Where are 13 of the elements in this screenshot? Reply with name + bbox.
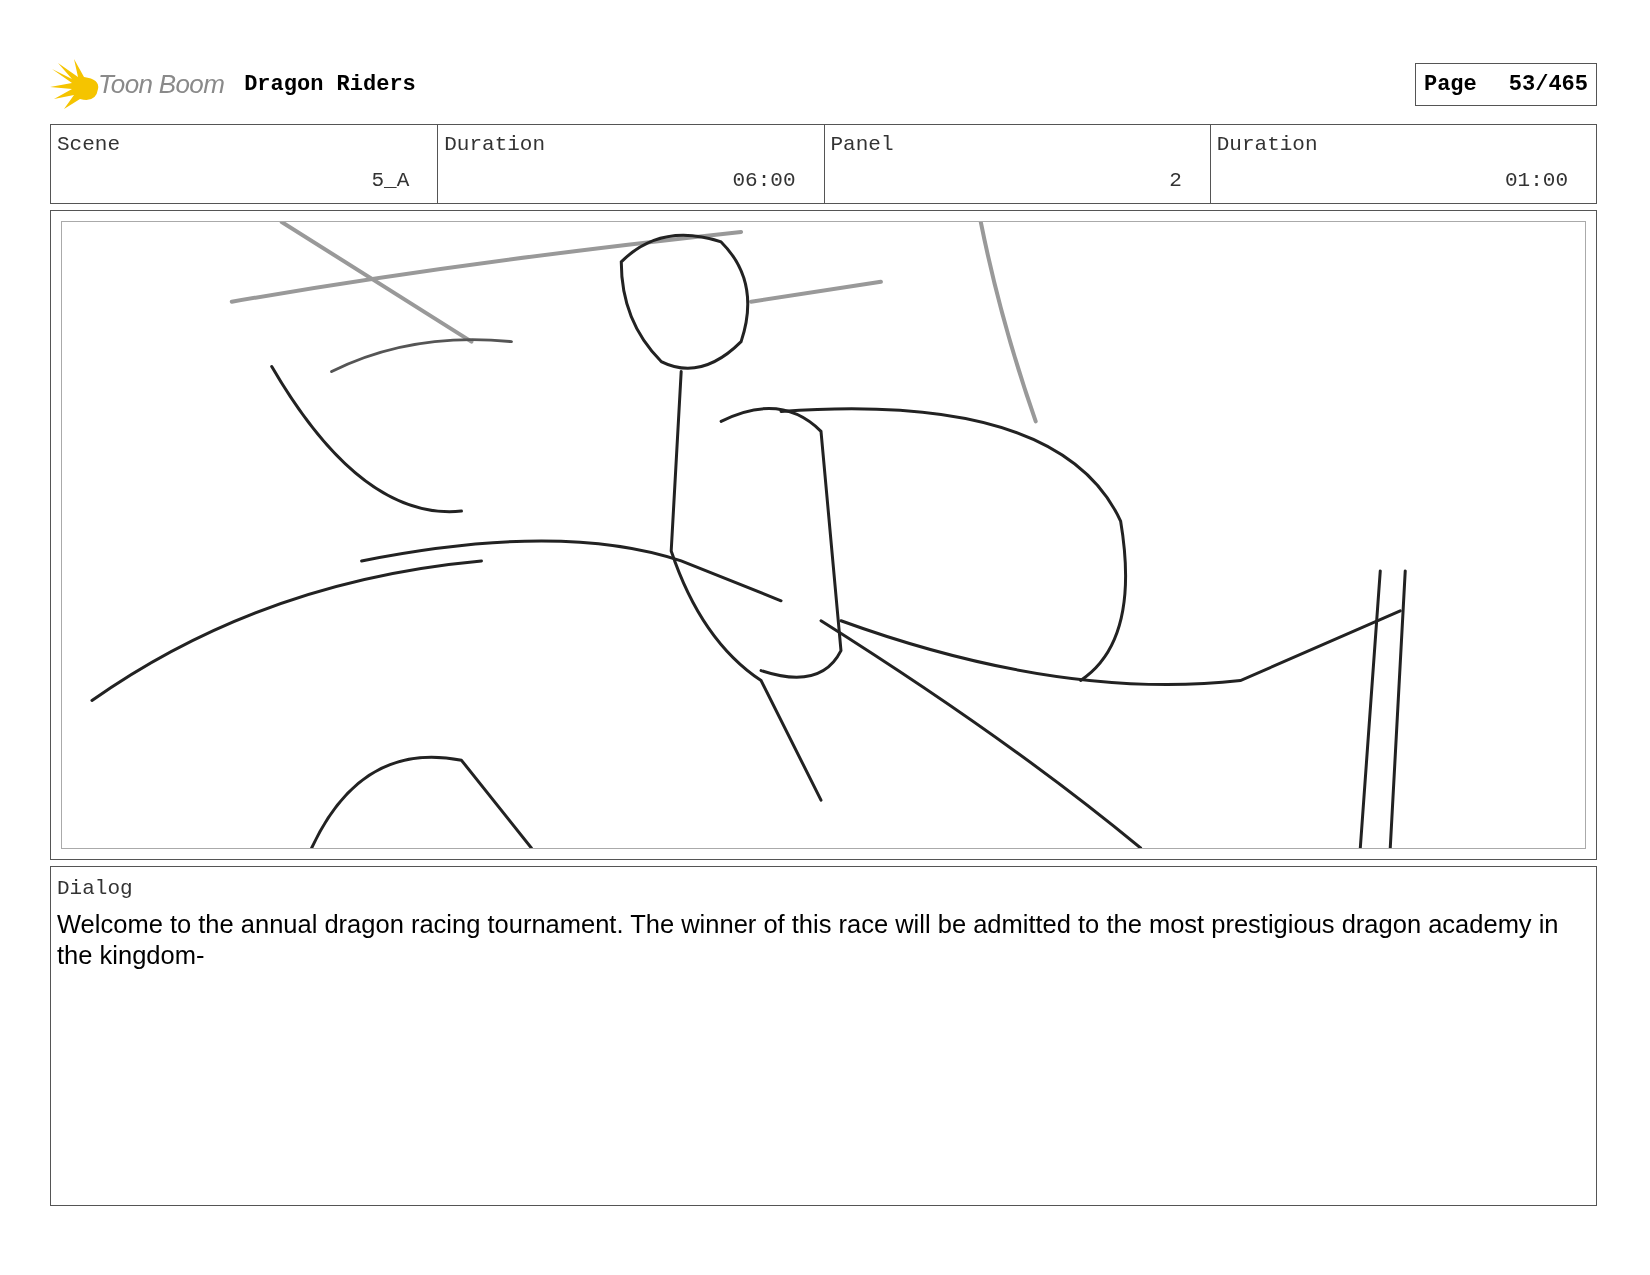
field-label: Panel [830,132,894,158]
logo-text: Toon Boom [98,67,225,101]
dialog-label: Dialog [57,876,134,902]
field-value: 5_A [370,167,411,194]
field-label: Scene [57,132,120,158]
field-label: Duration [1216,132,1318,158]
field-value: 06:00 [731,167,797,194]
project-title: Dragon Riders [244,70,416,99]
field-label: Duration [444,132,546,158]
dialog-text: Welcome to the annual dragon racing tournament. The winner of this race will be admitted to the most prestigious dragon academy in the kingdom- [57,908,1560,971]
field-value: 01:00 [1504,167,1569,194]
field-value: 2 [1168,167,1183,194]
page-number-box: Page 53/465 [1414,62,1597,106]
